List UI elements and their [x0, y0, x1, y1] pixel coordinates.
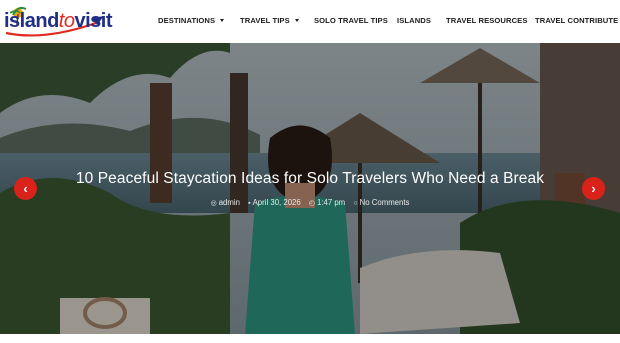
nav-label: SOLO TRAVEL TIPS — [314, 16, 388, 25]
nav-item-travel-resources[interactable]: TRAVEL RESOURCES — [446, 16, 528, 25]
nav-label: TRAVEL RESOURCES — [446, 16, 528, 25]
nav-item-destinations[interactable]: DESTINATIONS — [158, 16, 225, 25]
user-icon: ◎ — [210, 200, 217, 207]
meta-time-text: 1:47 pm — [317, 198, 346, 207]
meta-date: ▪ April 30, 2026 — [248, 198, 301, 207]
post-meta: ◎ admin ▪ April 30, 2026 ◴ 1:47 pm ○ No Comm… — [0, 198, 620, 207]
meta-comments[interactable]: ○ No Comments — [353, 198, 409, 207]
nav-label: DESTINATIONS — [158, 16, 216, 25]
nav-label: ISLANDS — [397, 16, 432, 25]
slider-prev-button[interactable]: ‹ — [14, 177, 37, 200]
nav-item-islands[interactable]: ISLANDS — [397, 16, 431, 25]
meta-author[interactable]: ◎ admin — [211, 198, 240, 207]
page-bottom-strip — [0, 334, 620, 343]
main-nav: DESTINATIONS TRAVEL TIPS SOLO TRAVEL TIP… — [0, 0, 620, 43]
chevron-left-icon: ‹ — [23, 181, 28, 196]
calendar-icon: ▪ — [248, 200, 251, 207]
slider-next-button[interactable]: › — [582, 177, 605, 200]
hero-dark-overlay — [0, 43, 620, 334]
nav-item-travel-contribute[interactable]: TRAVEL CONTRIBUTE — [535, 16, 618, 25]
meta-author-text: admin — [218, 198, 240, 207]
meta-time: ◴ 1:47 pm — [309, 198, 345, 207]
site-header: islandtovisit DESTINATIONS TRAVEL TIPS S… — [0, 0, 620, 43]
nav-item-solo-travel-tips[interactable]: SOLO TRAVEL TIPS — [314, 16, 388, 25]
clock-icon: ◴ — [308, 200, 315, 207]
chevron-right-icon: › — [591, 181, 596, 196]
caret-down-icon — [220, 19, 225, 22]
post-title[interactable]: 10 Peaceful Staycation Ideas for Solo Tr… — [0, 170, 620, 188]
hero-slider: 10 Peaceful Staycation Ideas for Solo Tr… — [0, 43, 620, 334]
nav-label: TRAVEL TIPS — [240, 16, 290, 25]
caret-down-icon — [294, 19, 299, 22]
meta-comments-text: No Comments — [359, 198, 410, 207]
meta-date-text: April 30, 2026 — [252, 198, 301, 207]
nav-label: TRAVEL CONTRIBUTE — [535, 16, 619, 25]
comment-icon: ○ — [353, 200, 358, 207]
nav-item-travel-tips[interactable]: TRAVEL TIPS — [240, 16, 299, 25]
